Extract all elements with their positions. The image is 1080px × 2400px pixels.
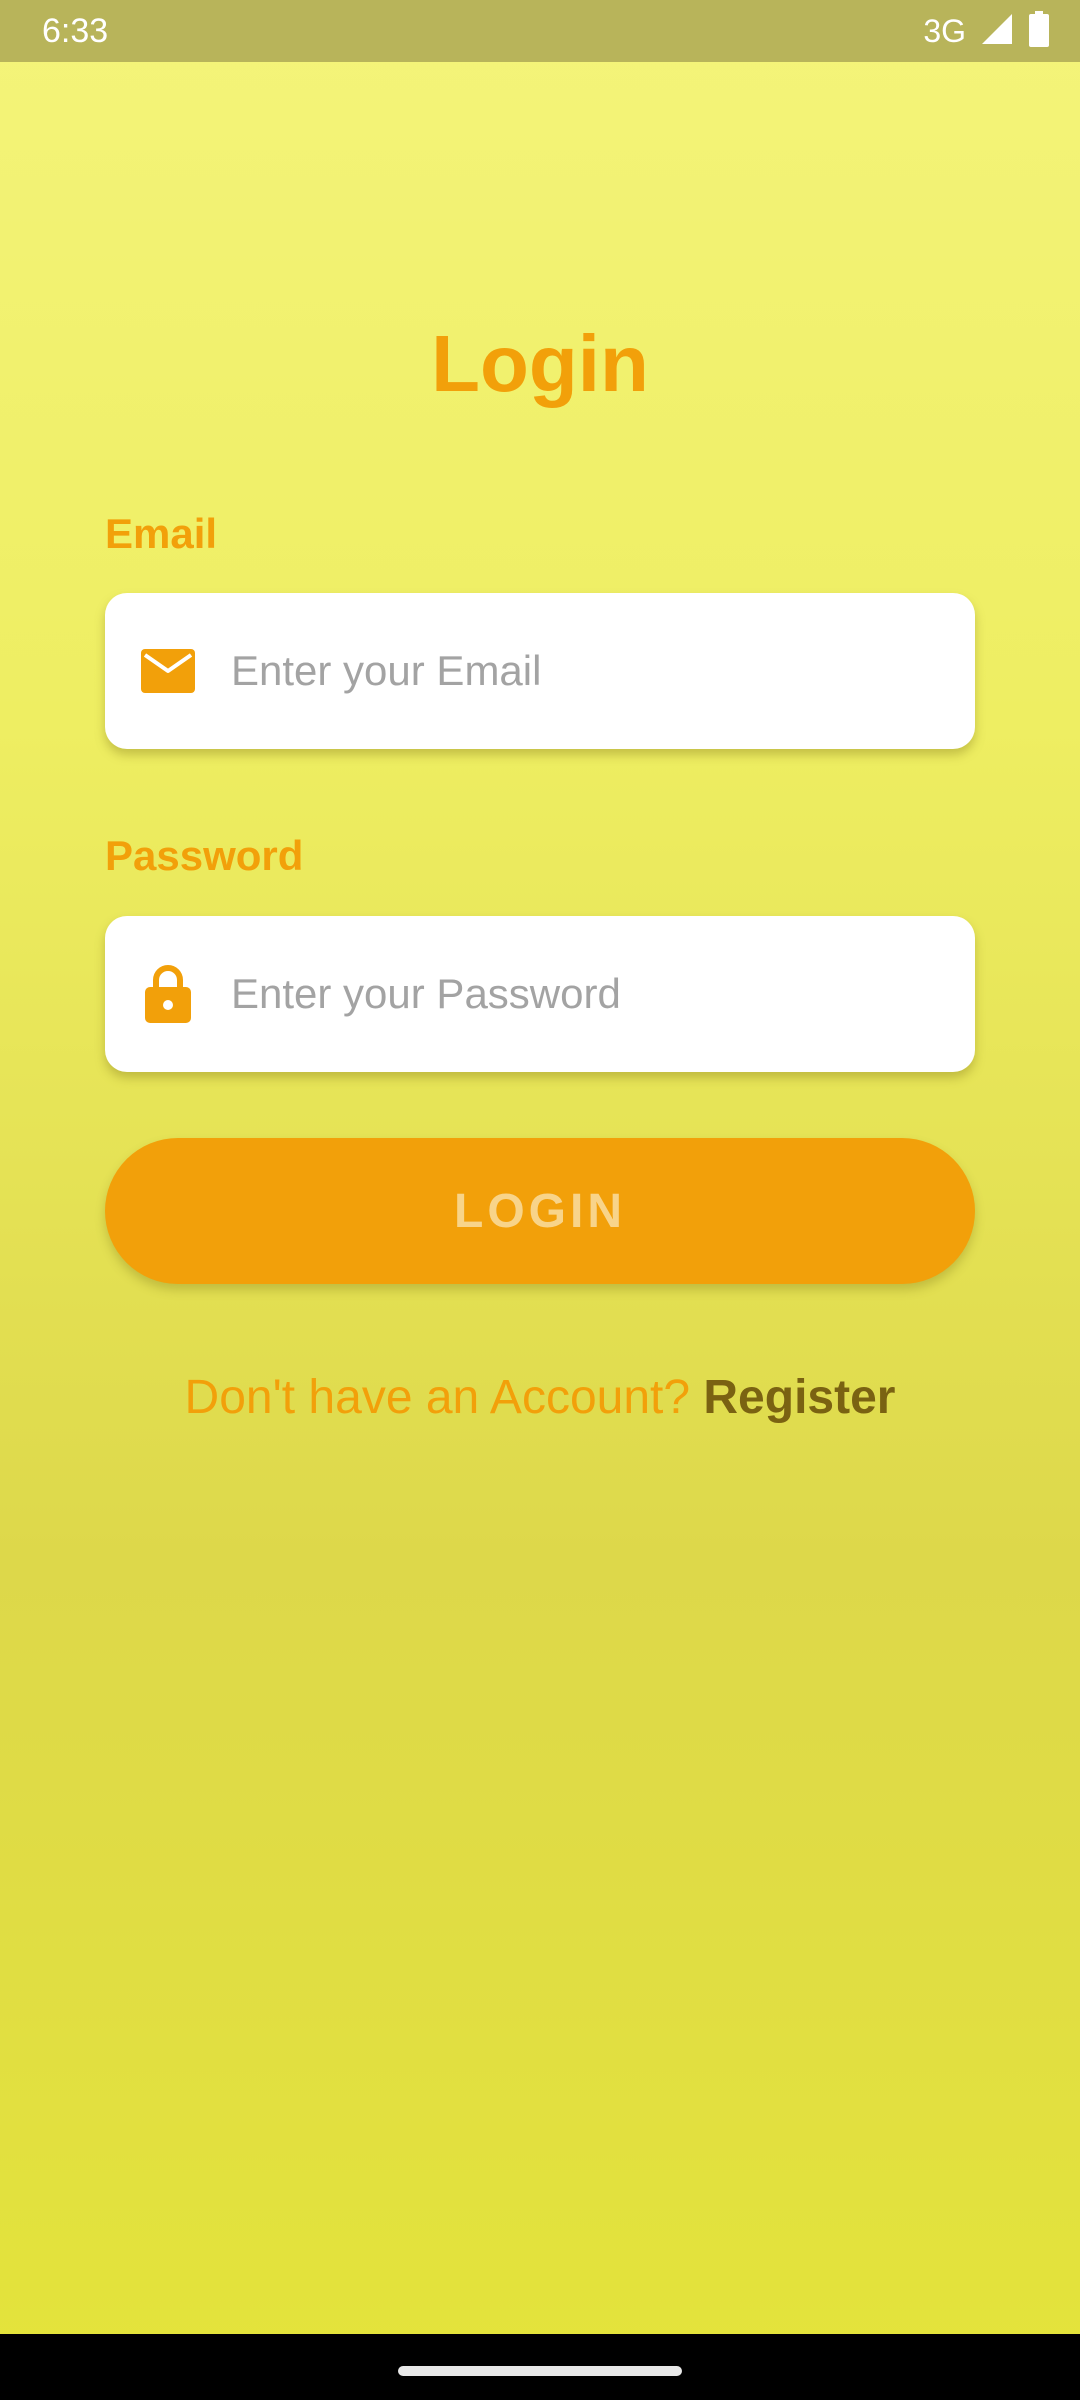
password-label: Password [105, 832, 304, 879]
page-title: Login [431, 319, 649, 408]
register-link[interactable]: Register [703, 1371, 895, 1424]
status-time: 6:33 [42, 12, 109, 50]
home-indicator[interactable] [398, 2366, 682, 2376]
register-prompt: Don't have an Account? [184, 1371, 704, 1424]
password-field-container[interactable] [105, 916, 975, 1072]
status-icons: 3G [923, 10, 1050, 52]
lock-icon [145, 965, 191, 1023]
mail-icon [141, 649, 195, 693]
signal-icon [980, 12, 1014, 51]
network-type: 3G [923, 13, 966, 49]
navigation-bar [0, 2334, 1080, 2400]
email-field[interactable] [231, 593, 945, 749]
battery-icon [1028, 10, 1050, 52]
email-field-container[interactable] [105, 593, 975, 749]
register-row: Don't have an Account? Register [0, 1370, 1080, 1426]
login-button[interactable]: LOGIN [105, 1138, 975, 1284]
password-field[interactable] [231, 916, 945, 1072]
status-bar: 6:33 3G [0, 0, 1080, 62]
email-label: Email [105, 510, 218, 557]
